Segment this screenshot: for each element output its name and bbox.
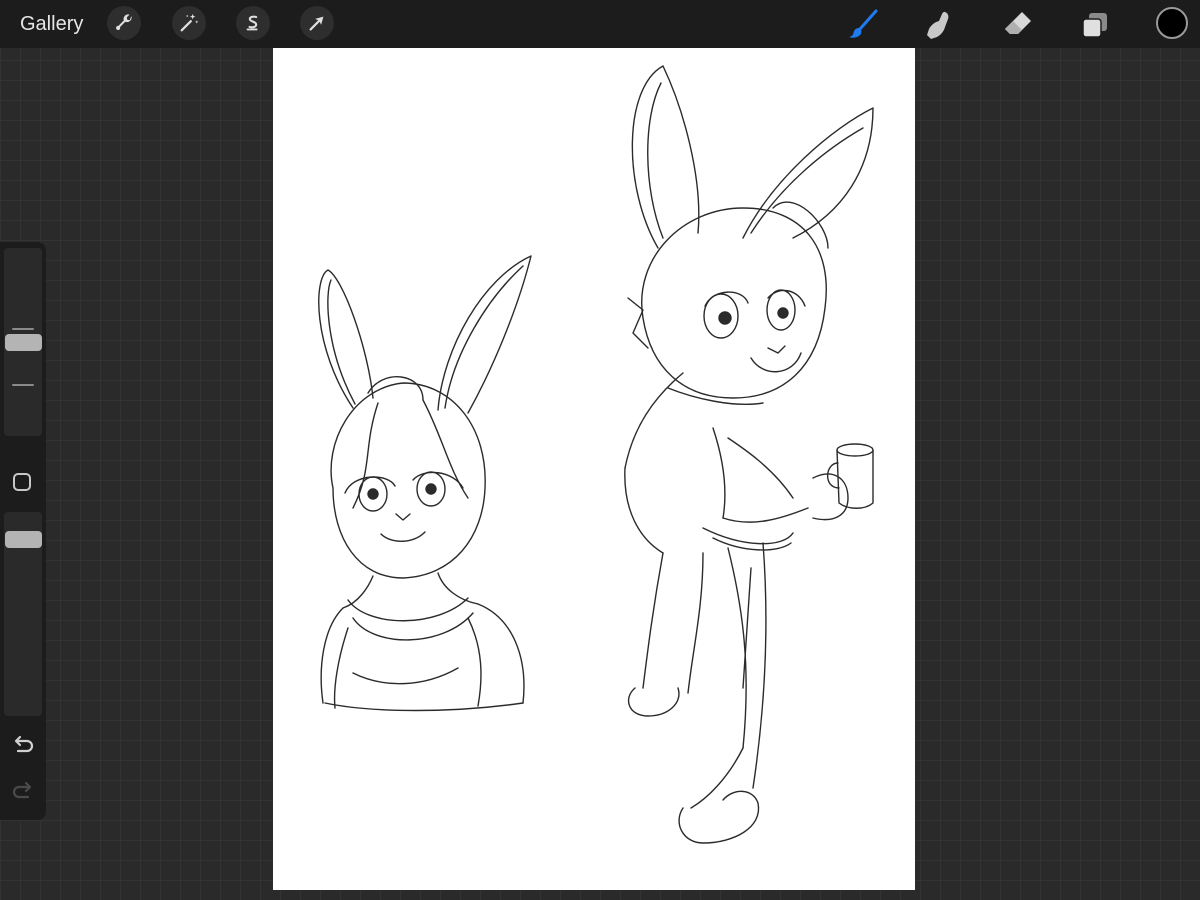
brush-size-slider[interactable]: [4, 248, 42, 436]
top-toolbar: Gallery: [0, 0, 1200, 48]
redo-icon: [12, 781, 32, 799]
undo-icon: [14, 735, 34, 753]
brush-button[interactable]: [844, 6, 882, 44]
wrench-icon: [116, 14, 132, 30]
opacity-thumb[interactable]: [5, 530, 42, 548]
arrow-cursor-icon: [309, 16, 324, 31]
eraser-icon: [1005, 12, 1031, 34]
selection-button[interactable]: [236, 6, 270, 40]
slider-tick: [12, 328, 34, 330]
actions-button[interactable]: [107, 6, 141, 40]
smudge-button[interactable]: [920, 6, 958, 44]
magic-wand-icon: [180, 13, 199, 32]
color-picker-button[interactable]: [1156, 7, 1188, 39]
slider-tick: [12, 384, 34, 386]
drawing-canvas[interactable]: [273, 48, 915, 890]
adjustments-button[interactable]: [172, 6, 206, 40]
opacity-slider[interactable]: [4, 512, 42, 716]
layers-button[interactable]: [1076, 6, 1114, 44]
left-sidebar: [0, 242, 46, 820]
brush-size-thumb[interactable]: [5, 333, 42, 351]
selection-s-icon: [246, 15, 258, 31]
gallery-button[interactable]: Gallery: [20, 12, 83, 36]
redo-button[interactable]: [10, 778, 36, 804]
layers-icon: [1082, 13, 1107, 38]
sketch-artwork: [318, 65, 874, 844]
undo-button[interactable]: [10, 732, 36, 758]
eraser-button[interactable]: [999, 6, 1037, 44]
transform-button[interactable]: [300, 6, 334, 40]
brush-icon: [849, 9, 878, 38]
modify-button[interactable]: [13, 473, 31, 491]
smudge-finger-icon: [927, 11, 949, 39]
